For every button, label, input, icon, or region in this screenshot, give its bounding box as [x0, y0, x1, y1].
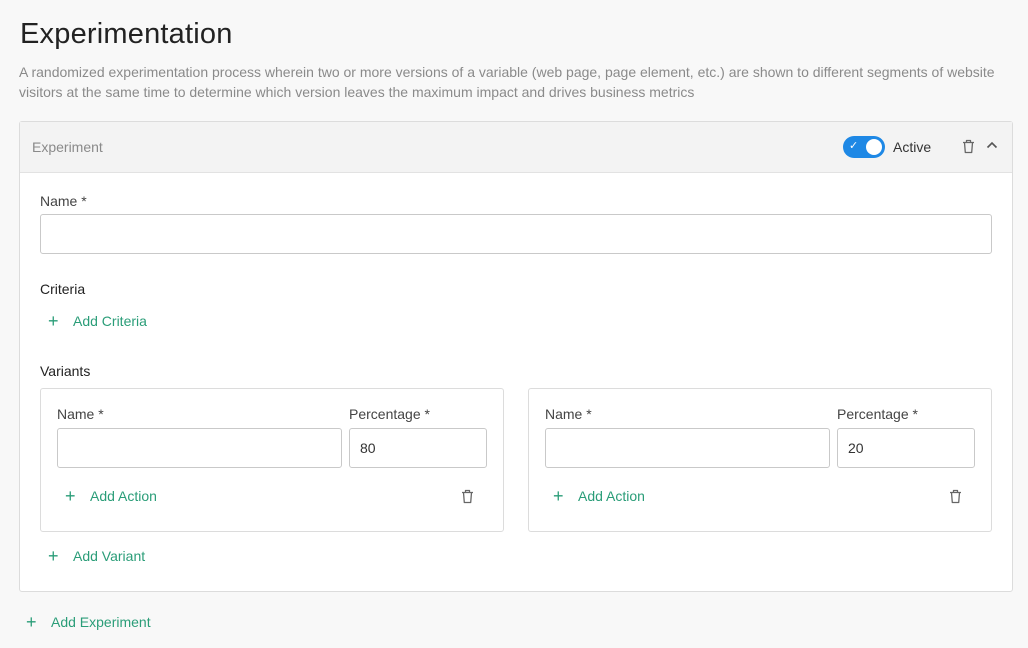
active-toggle[interactable]: ✓ — [843, 136, 885, 158]
add-experiment-button[interactable]: + Add Experiment — [26, 612, 151, 632]
toggle-knob — [866, 139, 882, 155]
add-action-label: Add Action — [578, 488, 645, 504]
variant-name-input[interactable] — [57, 428, 342, 468]
variant-name-label: Name * — [545, 406, 592, 422]
variant-percentage-input[interactable] — [349, 428, 487, 468]
trash-icon[interactable] — [949, 489, 962, 504]
plus-icon: + — [26, 612, 37, 632]
add-experiment-label: Add Experiment — [51, 614, 151, 630]
add-criteria-button[interactable]: + Add Criteria — [48, 311, 147, 331]
active-label: Active — [893, 139, 932, 155]
criteria-label: Criteria — [40, 281, 86, 297]
plus-icon: + — [48, 311, 59, 331]
trash-icon[interactable] — [962, 139, 975, 154]
trash-icon[interactable] — [461, 489, 474, 504]
page-description: A randomized experimentation process whe… — [19, 64, 995, 100]
variant-card: Name * Percentage * + Add Action — [40, 388, 504, 532]
variant-card: Name * Percentage * + Add Action — [528, 388, 992, 532]
add-action-label: Add Action — [90, 488, 157, 504]
variant-name-input[interactable] — [545, 428, 830, 468]
variant-percentage-label: Percentage * — [349, 406, 430, 422]
plus-icon: + — [553, 486, 564, 506]
experiment-name-label: Name * — [40, 193, 87, 209]
add-variant-button[interactable]: + Add Variant — [48, 546, 146, 566]
check-icon: ✓ — [849, 140, 859, 152]
plus-icon: + — [48, 546, 59, 566]
experiment-name-input[interactable] — [40, 214, 992, 254]
add-variant-label: Add Variant — [73, 548, 146, 564]
add-action-button[interactable]: + Add Action — [65, 486, 157, 506]
plus-icon: + — [65, 486, 76, 506]
variants-label: Variants — [40, 363, 91, 379]
variant-percentage-label: Percentage * — [837, 406, 918, 422]
chevron-up-icon[interactable] — [986, 141, 998, 149]
experiment-card-header[interactable]: Experiment ✓ Active — [20, 122, 1012, 173]
page-title: Experimentation — [20, 18, 233, 50]
add-criteria-label: Add Criteria — [73, 313, 147, 329]
add-action-button[interactable]: + Add Action — [553, 486, 645, 506]
variant-name-label: Name * — [57, 406, 104, 422]
variant-percentage-input[interactable] — [837, 428, 975, 468]
experiment-header-title: Experiment — [32, 139, 103, 155]
experiment-card: Experiment ✓ Active Name * Criteria + Ad… — [19, 121, 1013, 592]
